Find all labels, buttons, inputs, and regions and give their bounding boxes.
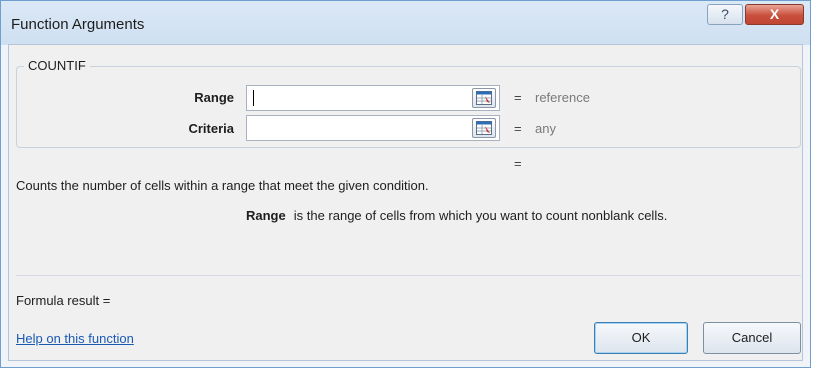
function-result-equals: = xyxy=(514,156,522,171)
range-equals: = xyxy=(514,90,522,105)
range-type-hint: reference xyxy=(535,90,590,105)
criteria-equals: = xyxy=(514,121,522,136)
function-name: COUNTIF xyxy=(24,58,90,73)
close-button[interactable]: X xyxy=(745,4,804,25)
cancel-button[interactable]: Cancel xyxy=(703,322,801,354)
divider xyxy=(16,275,801,276)
formula-result: Formula result = xyxy=(16,293,111,308)
range-input[interactable] xyxy=(246,85,500,111)
function-description: Counts the number of cells within a rang… xyxy=(16,178,429,193)
help-button[interactable]: ? xyxy=(707,4,743,25)
dialog-title: Function Arguments xyxy=(11,16,145,33)
range-label: Range xyxy=(194,90,234,105)
criteria-label: Criteria xyxy=(188,121,234,136)
argument-description-name: Range xyxy=(246,208,286,223)
argument-description-text: is the range of cells from which you wan… xyxy=(293,208,668,223)
collapse-dialog-icon xyxy=(476,91,492,105)
help-on-function-link[interactable]: Help on this function xyxy=(16,331,134,346)
text-caret xyxy=(253,90,254,106)
title-bar[interactable]: Function Arguments ? X xyxy=(1,1,810,45)
range-collapse-button[interactable] xyxy=(472,88,496,108)
ok-button[interactable]: OK xyxy=(594,322,688,354)
criteria-input[interactable] xyxy=(246,115,500,141)
argument-description: Range is the range of cells from which yo… xyxy=(246,208,667,223)
criteria-type-hint: any xyxy=(535,121,556,136)
collapse-dialog-icon xyxy=(476,121,492,135)
criteria-collapse-button[interactable] xyxy=(472,118,496,138)
